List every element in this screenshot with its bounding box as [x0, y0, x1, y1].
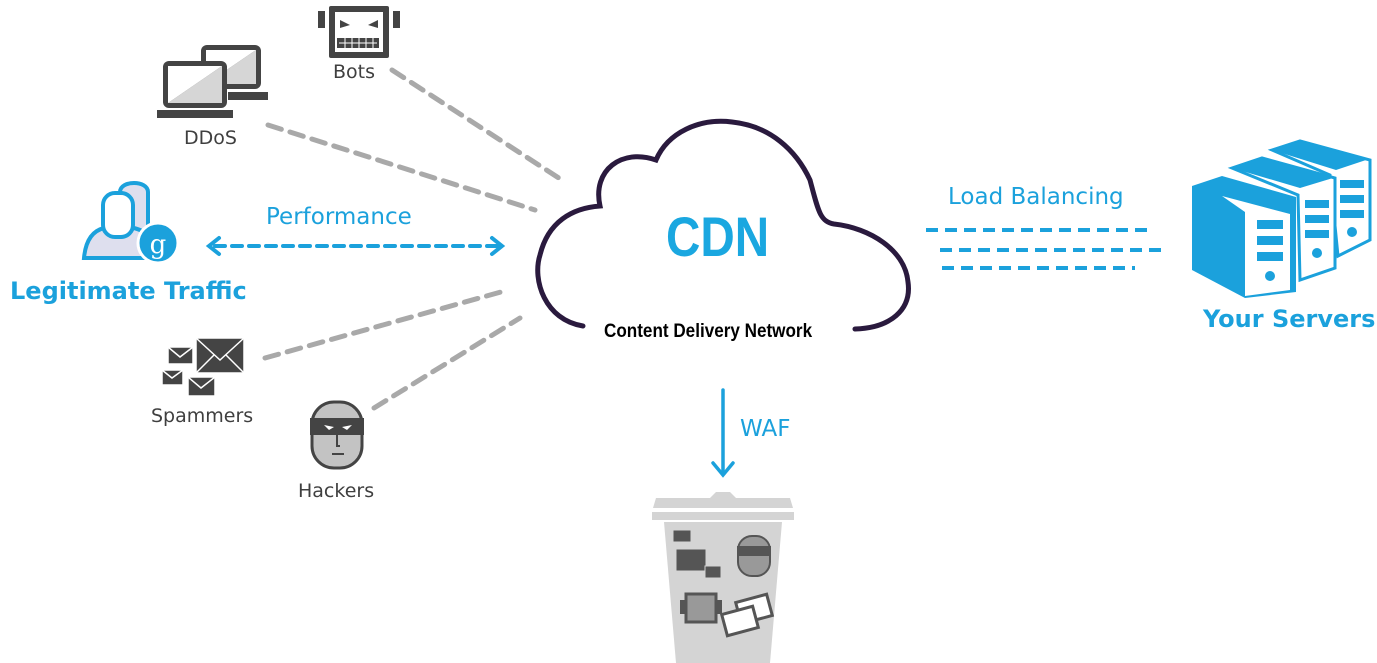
ddos-label: DDoS: [184, 127, 237, 149]
performance-arrow: [205, 236, 506, 256]
cdn-title: CDN: [666, 205, 770, 268]
envelopes-icon: [161, 337, 245, 397]
your-servers-label: Your Servers: [1203, 305, 1376, 333]
robot-icon: [318, 6, 400, 58]
connector-hackers: [371, 315, 523, 411]
waf-label: WAF: [740, 416, 791, 442]
connector-bots: [389, 67, 568, 185]
load-balancing-label: Load Balancing: [948, 184, 1124, 210]
load-balancing-lines: [926, 228, 1168, 270]
svg-text:g: g: [150, 230, 167, 260]
spammers-label: Spammers: [151, 405, 254, 427]
users-google-icon: g: [81, 181, 180, 265]
hackers-label: Hackers: [298, 480, 375, 502]
waf-arrow: [711, 388, 735, 478]
cdn-subtitle: Content Delivery Network: [604, 321, 813, 342]
bots-label: Bots: [333, 61, 376, 83]
performance-label: Performance: [266, 204, 412, 230]
servers-icon: [1192, 139, 1372, 298]
cdn-diagram: g Bots DDoS Spammers Hackers Performance…: [0, 0, 1377, 663]
trash-bin-icon: [652, 492, 794, 663]
legitimate-traffic-label: Legitimate Traffic: [10, 277, 247, 305]
masked-face-icon: [310, 400, 364, 470]
laptops-icon: [157, 45, 268, 118]
